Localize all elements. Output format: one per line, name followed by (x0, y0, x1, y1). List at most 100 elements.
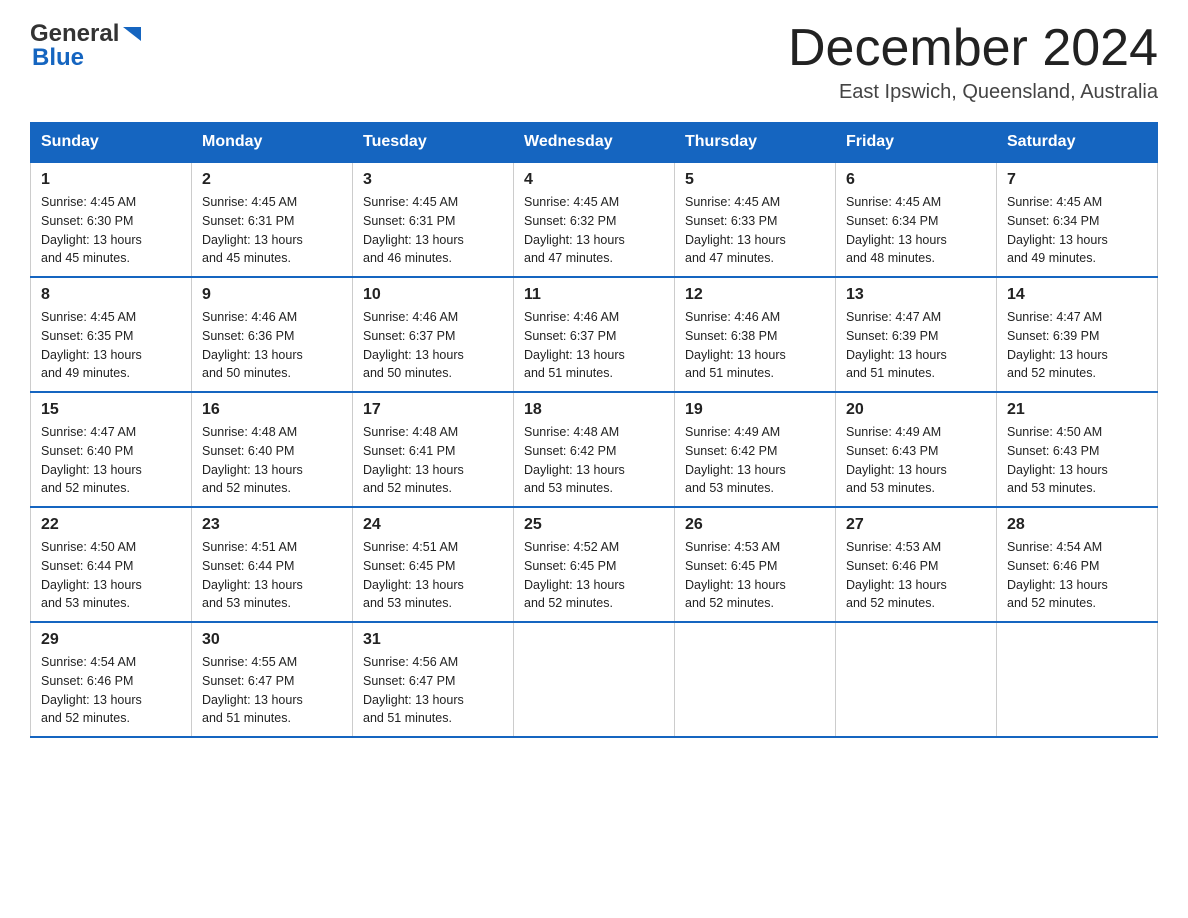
day-number: 7 (1007, 171, 1147, 189)
calendar-cell: 6 Sunrise: 4:45 AM Sunset: 6:34 PM Dayli… (836, 162, 997, 277)
day-info: Sunrise: 4:46 AM Sunset: 6:36 PM Dayligh… (202, 308, 342, 383)
calendar-table: SundayMondayTuesdayWednesdayThursdayFrid… (30, 122, 1158, 738)
day-info: Sunrise: 4:45 AM Sunset: 6:34 PM Dayligh… (846, 193, 986, 268)
calendar-cell: 14 Sunrise: 4:47 AM Sunset: 6:39 PM Dayl… (997, 277, 1158, 392)
weekday-header-wednesday: Wednesday (514, 123, 675, 163)
day-info: Sunrise: 4:45 AM Sunset: 6:31 PM Dayligh… (202, 193, 342, 268)
day-info: Sunrise: 4:56 AM Sunset: 6:47 PM Dayligh… (363, 653, 503, 728)
calendar-cell: 1 Sunrise: 4:45 AM Sunset: 6:30 PM Dayli… (31, 162, 192, 277)
day-info: Sunrise: 4:53 AM Sunset: 6:45 PM Dayligh… (685, 538, 825, 613)
page-header: General Blue December 2024 East Ipswich,… (30, 20, 1158, 104)
month-title: December 2024 (788, 20, 1158, 77)
week-row-4: 22 Sunrise: 4:50 AM Sunset: 6:44 PM Dayl… (31, 507, 1158, 622)
day-number: 16 (202, 401, 342, 419)
day-number: 13 (846, 286, 986, 304)
day-number: 10 (363, 286, 503, 304)
day-number: 5 (685, 171, 825, 189)
week-row-5: 29 Sunrise: 4:54 AM Sunset: 6:46 PM Dayl… (31, 622, 1158, 737)
calendar-cell: 27 Sunrise: 4:53 AM Sunset: 6:46 PM Dayl… (836, 507, 997, 622)
calendar-cell: 2 Sunrise: 4:45 AM Sunset: 6:31 PM Dayli… (192, 162, 353, 277)
calendar-cell: 3 Sunrise: 4:45 AM Sunset: 6:31 PM Dayli… (353, 162, 514, 277)
weekday-header-row: SundayMondayTuesdayWednesdayThursdayFrid… (31, 123, 1158, 163)
calendar-cell: 28 Sunrise: 4:54 AM Sunset: 6:46 PM Dayl… (997, 507, 1158, 622)
weekday-header-tuesday: Tuesday (353, 123, 514, 163)
day-info: Sunrise: 4:45 AM Sunset: 6:34 PM Dayligh… (1007, 193, 1147, 268)
day-info: Sunrise: 4:45 AM Sunset: 6:35 PM Dayligh… (41, 308, 181, 383)
day-number: 28 (1007, 516, 1147, 534)
day-info: Sunrise: 4:47 AM Sunset: 6:39 PM Dayligh… (1007, 308, 1147, 383)
day-number: 17 (363, 401, 503, 419)
day-number: 24 (363, 516, 503, 534)
day-number: 2 (202, 171, 342, 189)
logo: General Blue (30, 20, 143, 72)
day-number: 19 (685, 401, 825, 419)
calendar-cell: 21 Sunrise: 4:50 AM Sunset: 6:43 PM Dayl… (997, 392, 1158, 507)
day-info: Sunrise: 4:51 AM Sunset: 6:44 PM Dayligh… (202, 538, 342, 613)
calendar-cell: 24 Sunrise: 4:51 AM Sunset: 6:45 PM Dayl… (353, 507, 514, 622)
day-info: Sunrise: 4:52 AM Sunset: 6:45 PM Dayligh… (524, 538, 664, 613)
day-number: 11 (524, 286, 664, 304)
calendar-cell: 23 Sunrise: 4:51 AM Sunset: 6:44 PM Dayl… (192, 507, 353, 622)
location-title: East Ipswich, Queensland, Australia (788, 81, 1158, 104)
day-info: Sunrise: 4:54 AM Sunset: 6:46 PM Dayligh… (41, 653, 181, 728)
calendar-cell: 11 Sunrise: 4:46 AM Sunset: 6:37 PM Dayl… (514, 277, 675, 392)
weekday-header-monday: Monday (192, 123, 353, 163)
day-info: Sunrise: 4:46 AM Sunset: 6:37 PM Dayligh… (363, 308, 503, 383)
day-info: Sunrise: 4:51 AM Sunset: 6:45 PM Dayligh… (363, 538, 503, 613)
day-number: 25 (524, 516, 664, 534)
weekday-header-thursday: Thursday (675, 123, 836, 163)
day-number: 26 (685, 516, 825, 534)
day-number: 4 (524, 171, 664, 189)
calendar-cell: 7 Sunrise: 4:45 AM Sunset: 6:34 PM Dayli… (997, 162, 1158, 277)
calendar-cell: 13 Sunrise: 4:47 AM Sunset: 6:39 PM Dayl… (836, 277, 997, 392)
day-number: 30 (202, 631, 342, 649)
day-info: Sunrise: 4:49 AM Sunset: 6:42 PM Dayligh… (685, 423, 825, 498)
day-info: Sunrise: 4:50 AM Sunset: 6:44 PM Dayligh… (41, 538, 181, 613)
day-number: 27 (846, 516, 986, 534)
title-block: December 2024 East Ipswich, Queensland, … (788, 20, 1158, 104)
calendar-cell: 20 Sunrise: 4:49 AM Sunset: 6:43 PM Dayl… (836, 392, 997, 507)
logo-blue-text: Blue (32, 44, 84, 72)
day-number: 29 (41, 631, 181, 649)
day-number: 3 (363, 171, 503, 189)
day-info: Sunrise: 4:48 AM Sunset: 6:42 PM Dayligh… (524, 423, 664, 498)
calendar-cell: 10 Sunrise: 4:46 AM Sunset: 6:37 PM Dayl… (353, 277, 514, 392)
day-info: Sunrise: 4:45 AM Sunset: 6:30 PM Dayligh… (41, 193, 181, 268)
calendar-cell: 26 Sunrise: 4:53 AM Sunset: 6:45 PM Dayl… (675, 507, 836, 622)
calendar-cell (675, 622, 836, 737)
weekday-header-sunday: Sunday (31, 123, 192, 163)
day-number: 21 (1007, 401, 1147, 419)
day-info: Sunrise: 4:50 AM Sunset: 6:43 PM Dayligh… (1007, 423, 1147, 498)
week-row-3: 15 Sunrise: 4:47 AM Sunset: 6:40 PM Dayl… (31, 392, 1158, 507)
day-number: 15 (41, 401, 181, 419)
day-number: 12 (685, 286, 825, 304)
day-number: 18 (524, 401, 664, 419)
day-info: Sunrise: 4:46 AM Sunset: 6:37 PM Dayligh… (524, 308, 664, 383)
day-number: 23 (202, 516, 342, 534)
day-number: 22 (41, 516, 181, 534)
weekday-header-saturday: Saturday (997, 123, 1158, 163)
calendar-cell: 9 Sunrise: 4:46 AM Sunset: 6:36 PM Dayli… (192, 277, 353, 392)
day-number: 31 (363, 631, 503, 649)
day-info: Sunrise: 4:45 AM Sunset: 6:32 PM Dayligh… (524, 193, 664, 268)
day-number: 20 (846, 401, 986, 419)
day-info: Sunrise: 4:45 AM Sunset: 6:33 PM Dayligh… (685, 193, 825, 268)
calendar-cell: 12 Sunrise: 4:46 AM Sunset: 6:38 PM Dayl… (675, 277, 836, 392)
calendar-cell: 30 Sunrise: 4:55 AM Sunset: 6:47 PM Dayl… (192, 622, 353, 737)
calendar-cell: 22 Sunrise: 4:50 AM Sunset: 6:44 PM Dayl… (31, 507, 192, 622)
calendar-cell: 16 Sunrise: 4:48 AM Sunset: 6:40 PM Dayl… (192, 392, 353, 507)
day-info: Sunrise: 4:49 AM Sunset: 6:43 PM Dayligh… (846, 423, 986, 498)
day-info: Sunrise: 4:47 AM Sunset: 6:39 PM Dayligh… (846, 308, 986, 383)
calendar-cell: 31 Sunrise: 4:56 AM Sunset: 6:47 PM Dayl… (353, 622, 514, 737)
day-info: Sunrise: 4:47 AM Sunset: 6:40 PM Dayligh… (41, 423, 181, 498)
calendar-cell: 25 Sunrise: 4:52 AM Sunset: 6:45 PM Dayl… (514, 507, 675, 622)
calendar-cell: 4 Sunrise: 4:45 AM Sunset: 6:32 PM Dayli… (514, 162, 675, 277)
day-number: 6 (846, 171, 986, 189)
day-info: Sunrise: 4:55 AM Sunset: 6:47 PM Dayligh… (202, 653, 342, 728)
day-number: 14 (1007, 286, 1147, 304)
calendar-cell: 18 Sunrise: 4:48 AM Sunset: 6:42 PM Dayl… (514, 392, 675, 507)
calendar-cell: 17 Sunrise: 4:48 AM Sunset: 6:41 PM Dayl… (353, 392, 514, 507)
day-number: 1 (41, 171, 181, 189)
calendar-cell (514, 622, 675, 737)
day-info: Sunrise: 4:54 AM Sunset: 6:46 PM Dayligh… (1007, 538, 1147, 613)
